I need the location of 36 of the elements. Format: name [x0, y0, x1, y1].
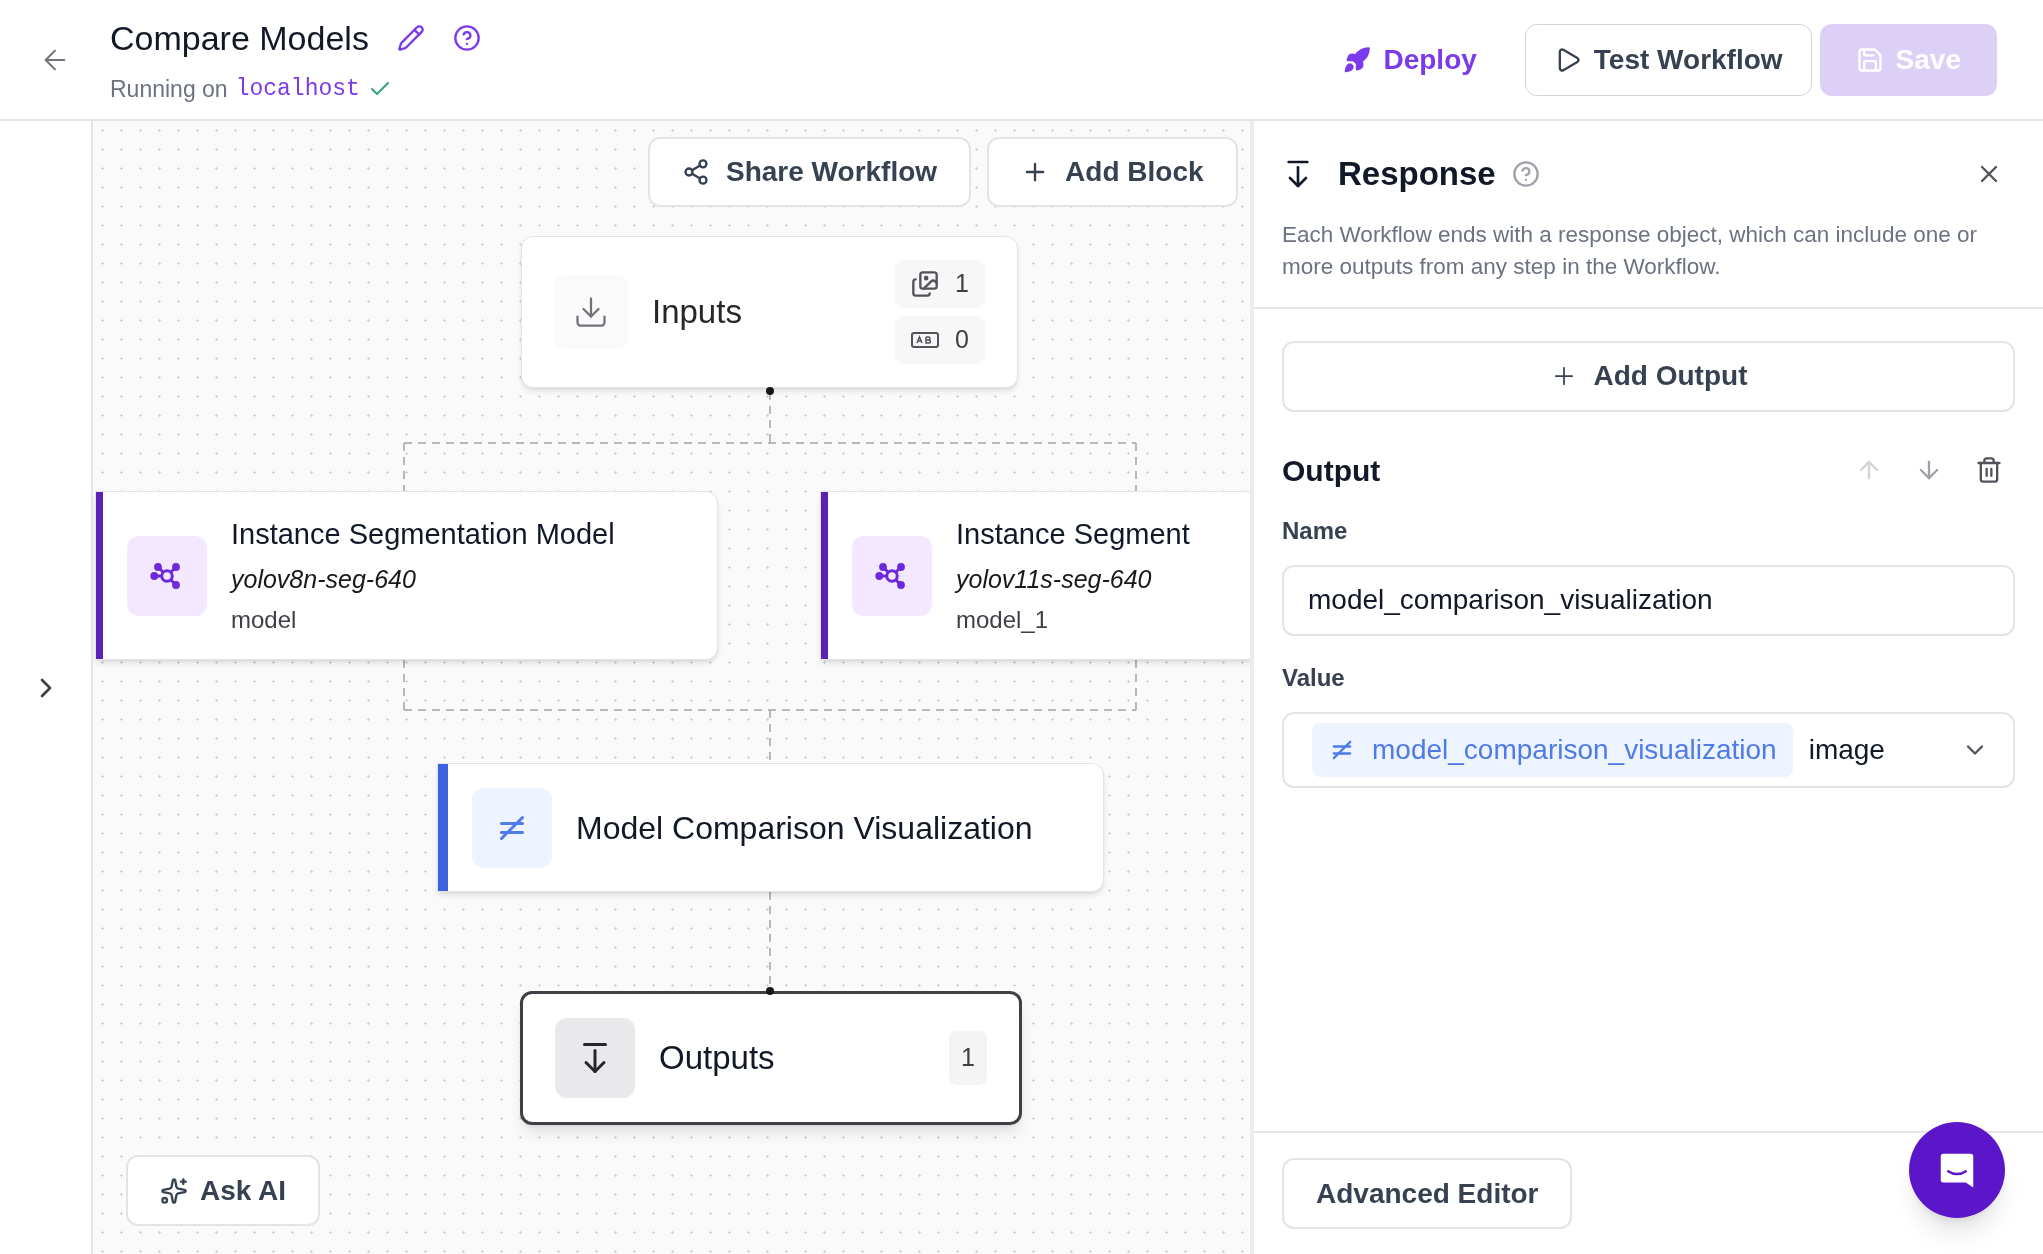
add-block-button[interactable]: Add Block	[987, 137, 1238, 207]
value-type: image	[1808, 732, 1885, 767]
advanced-editor-button[interactable]: Advanced Editor	[1282, 1158, 1573, 1229]
field-label: Name	[1282, 515, 1349, 546]
output-count: 1	[949, 1031, 987, 1085]
ask-ai-button[interactable]: Ask AI	[126, 1155, 321, 1226]
node-title: Inputs	[652, 292, 742, 333]
workflow-title: Compare Models	[110, 17, 369, 59]
model-node[interactable]: Instance Segmentation Model yolov8n-seg-640 model	[95, 491, 718, 660]
node-name: model_1	[956, 605, 1050, 635]
node-title: Instance Segment	[956, 517, 1190, 552]
name-field[interactable]: model_comparison_visualization	[1282, 564, 2015, 636]
inputs-node[interactable]: Inputs 1 0	[521, 236, 1018, 388]
count-value: 1	[955, 268, 969, 300]
add-output-button[interactable]: Add Output	[1282, 340, 2015, 412]
status-text: Running on	[110, 74, 228, 104]
outputs-node[interactable]: Outputs 1	[520, 991, 1022, 1125]
panel-title: Response	[1338, 154, 1496, 194]
value-chip: model_comparison_visualization	[1312, 722, 1793, 777]
model-id: yolov8n-seg-640	[231, 563, 417, 595]
value-select[interactable]: model_comparison_visualization image	[1282, 711, 2015, 788]
test-button[interactable]: Test Workflow	[1524, 23, 1812, 96]
field-label: Value	[1282, 662, 1346, 693]
host-name: localhost	[235, 74, 360, 104]
node-title: Outputs	[659, 1038, 775, 1079]
model-node[interactable]: Instance Segment yolov11s-seg-640 model_1	[820, 491, 1250, 660]
model-id: yolov11s-seg-640	[956, 563, 1153, 595]
deploy-button[interactable]: Deploy	[1327, 38, 1493, 81]
panel-description: Each Workflow ends with a response object, which can include one or more outputs from any step in the Workflow.	[1282, 220, 1978, 281]
visualization-node[interactable]: Model Comparison Visualization	[437, 763, 1104, 892]
output-heading: Output	[1282, 452, 1381, 489]
node-title: Model Comparison Visualization	[576, 808, 1033, 848]
node-title: Instance Segmentation Model	[231, 517, 615, 552]
count-value: 0	[955, 324, 969, 356]
node-name: model	[231, 605, 298, 635]
share-button[interactable]: Share Workflow	[648, 137, 972, 207]
